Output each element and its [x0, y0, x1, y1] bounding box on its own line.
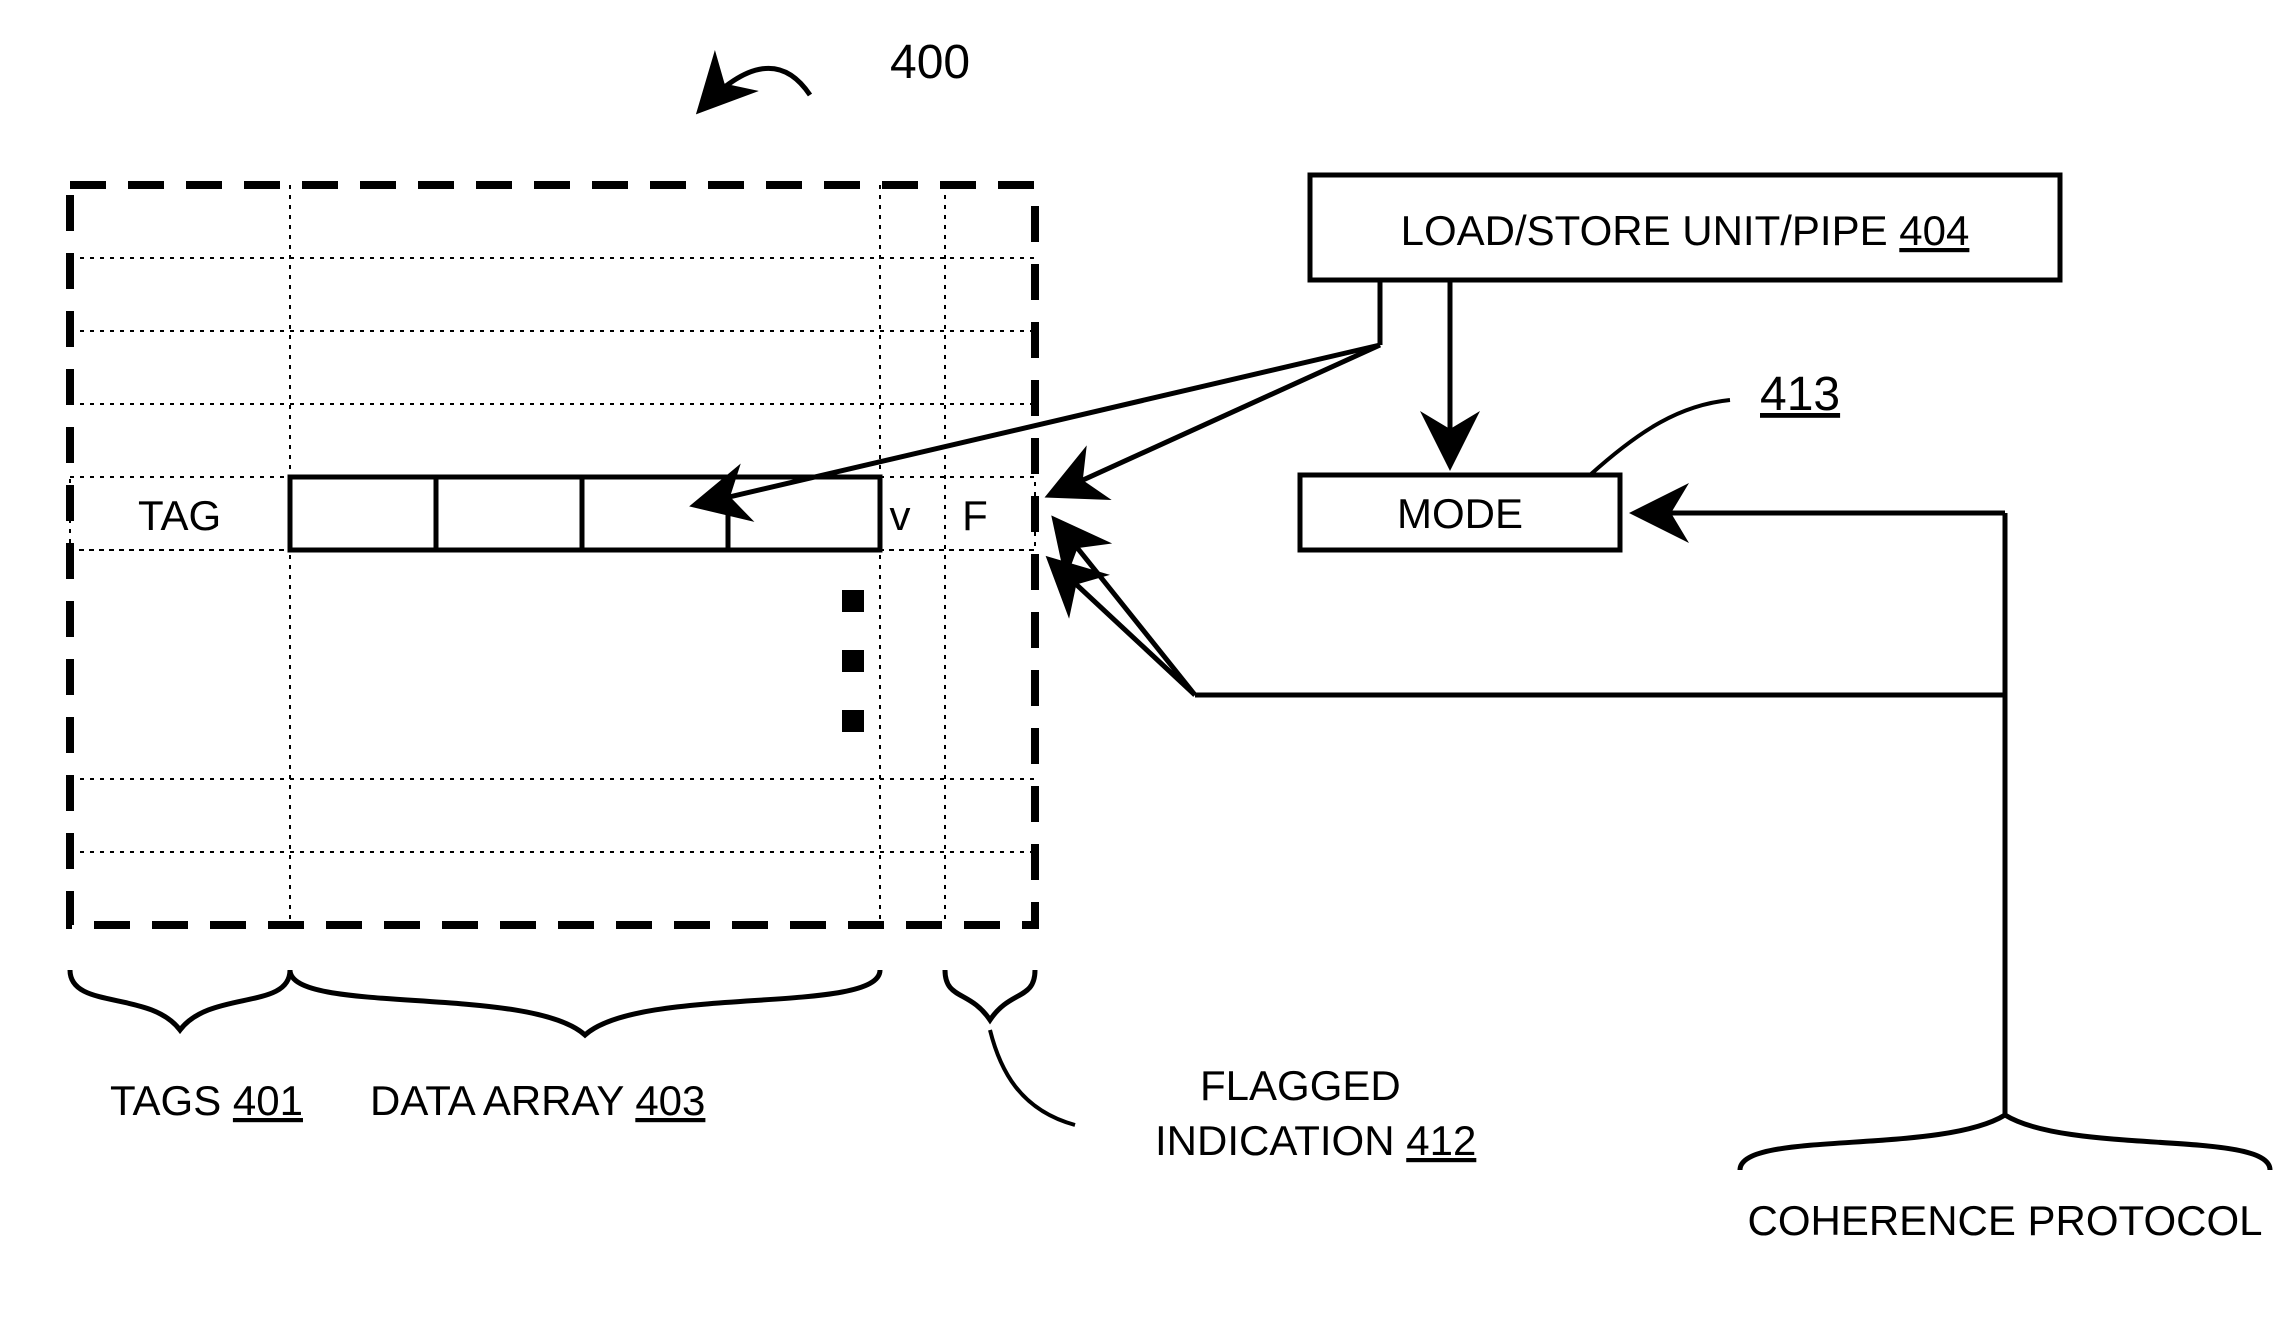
svg-text:LOAD/STORE UNIT/PIPE 404: LOAD/STORE UNIT/PIPE 404	[1401, 207, 1970, 254]
mode-block: MODE 413	[1300, 368, 1840, 550]
flagged-label-1: FLAGGED	[1200, 1062, 1401, 1109]
loadstore-text: LOAD/STORE UNIT/PIPE	[1401, 207, 1900, 254]
cache-row-highlighted: TAG v F	[70, 477, 1035, 550]
figure-ref-label: 400	[890, 36, 970, 89]
loadstore-block: LOAD/STORE UNIT/PIPE 404	[1310, 175, 2060, 280]
braces-group	[70, 970, 1035, 1035]
svg-text:INDICATION 412: INDICATION 412	[1155, 1117, 1476, 1164]
cache-table: TAG v F	[70, 185, 1035, 925]
ellipsis-dot	[842, 650, 864, 672]
mode-ref-num: 413	[1760, 368, 1840, 421]
flagged-label-2: INDICATION	[1155, 1117, 1406, 1164]
tags-label: TAGS	[110, 1077, 233, 1124]
loadstore-num: 404	[1899, 207, 1969, 254]
coherence-label: COHERENCE PROTOCOL	[1748, 1197, 2263, 1244]
bottom-labels: TAGS 401 DATA ARRAY 403 FLAGGED INDICATI…	[110, 1030, 1476, 1164]
valid-bit-label: v	[890, 492, 911, 539]
tag-cell-label: TAG	[138, 492, 221, 539]
coherence-brace: COHERENCE PROTOCOL	[1740, 1115, 2270, 1244]
ellipsis-dot	[842, 710, 864, 732]
loadstore-arrows	[695, 280, 1450, 505]
tags-num: 401	[233, 1077, 303, 1124]
figure-ref-group: 400	[700, 36, 970, 110]
ellipsis-dot	[842, 590, 864, 612]
svg-text:DATA ARRAY 403: DATA ARRAY 403	[370, 1077, 705, 1124]
flag-bit-label: F	[962, 492, 988, 539]
svg-text:TAGS 401: TAGS 401	[110, 1077, 303, 1124]
flagged-num: 412	[1406, 1117, 1476, 1164]
data-array-label: DATA ARRAY	[370, 1077, 635, 1124]
coherence-lines	[1050, 513, 2005, 1115]
mode-label: MODE	[1397, 490, 1523, 537]
data-array-num: 403	[635, 1077, 705, 1124]
